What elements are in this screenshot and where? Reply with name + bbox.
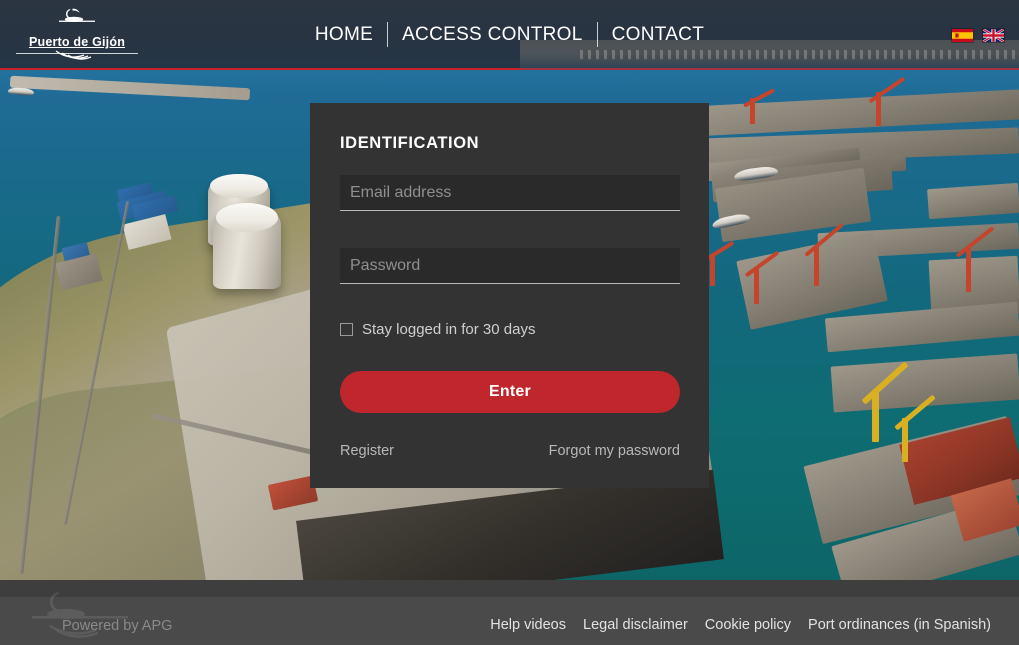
footer-upper-band [0,580,1019,597]
site-footer: Powered by APG Help videos Legal disclai… [0,580,1019,645]
nav-item-contact[interactable]: CONTACT [598,24,719,46]
wave-lines-icon [16,49,138,67]
flag-english[interactable] [982,28,1005,43]
footer-links: Help videos Legal disclaimer Cookie poli… [490,617,991,633]
footer-link-port-ordinances[interactable]: Port ordinances (in Spanish) [808,617,991,633]
stay-logged-in-row: Stay logged in for 30 days [340,321,535,338]
footer-link-help-videos[interactable]: Help videos [490,617,566,633]
nav-item-home[interactable]: HOME [301,24,387,46]
flag-spanish[interactable] [951,28,974,43]
enter-button[interactable]: Enter [340,371,680,413]
stay-logged-in-label[interactable]: Stay logged in for 30 days [362,321,535,338]
register-link[interactable]: Register [340,443,394,459]
identification-panel: IDENTIFICATION Stay logged in for 30 day… [310,103,709,488]
stay-logged-in-checkbox[interactable] [340,323,353,336]
site-header: Puerto de Gijón HOME ACCESS CONTROL CONT… [0,0,1019,70]
panel-links: Register Forgot my password [340,443,680,459]
password-field[interactable] [340,248,680,284]
main-navigation: HOME ACCESS CONTROL CONTACT [0,22,1019,47]
powered-by-label: Powered by APG [62,618,172,634]
background-quay-g [927,183,1019,219]
language-switcher [951,28,1005,43]
footer-link-cookie-policy[interactable]: Cookie policy [705,617,791,633]
login-page: Puerto de Gijón HOME ACCESS CONTROL CONT… [0,0,1019,645]
background-lng-tank-b [213,203,281,289]
footer-link-legal-disclaimer[interactable]: Legal disclaimer [583,617,688,633]
forgot-password-link[interactable]: Forgot my password [549,443,680,459]
panel-title: IDENTIFICATION [340,134,479,153]
email-field[interactable] [340,175,680,211]
nav-item-access-control[interactable]: ACCESS CONTROL [388,24,597,46]
